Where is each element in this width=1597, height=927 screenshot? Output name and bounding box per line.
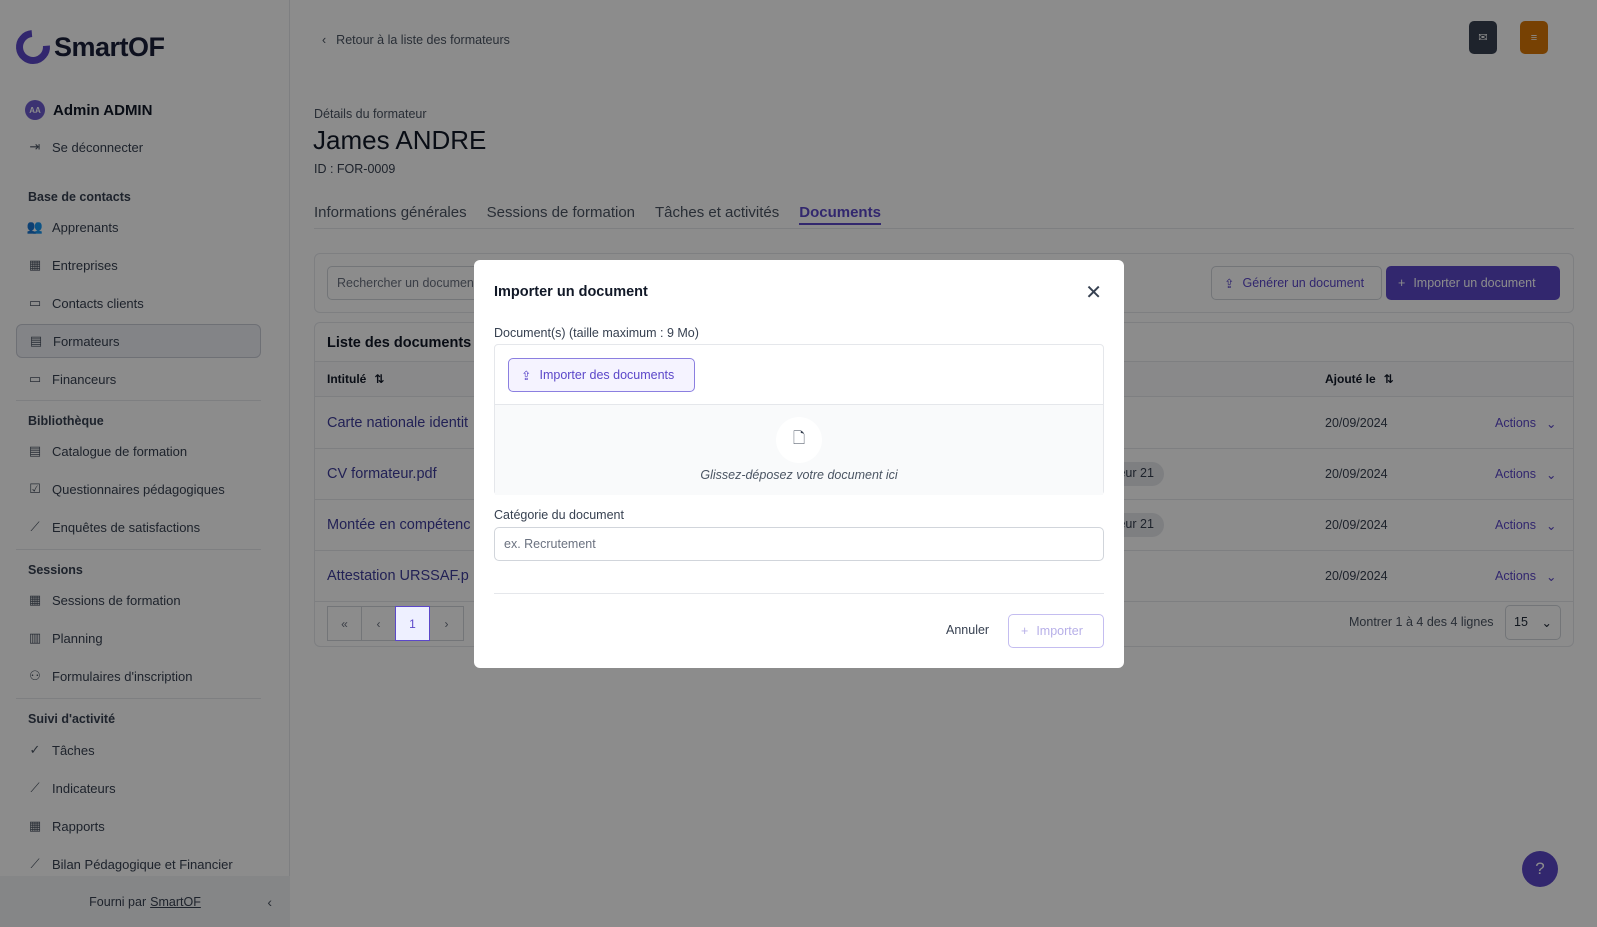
close-icon[interactable]: ✕ [1085, 280, 1102, 305]
divider [494, 593, 1104, 594]
upload-icon: ⇪ [521, 368, 532, 383]
upload-label: Importer des documents [539, 368, 675, 382]
dropzone[interactable]: ⇪ Importer des documents 🗋 Glissez-dépos… [494, 344, 1104, 495]
modal-title: Importer un document [494, 284, 648, 300]
submit-label: Importer [1036, 624, 1083, 638]
category-label: Catégorie du document [494, 508, 624, 522]
category-input[interactable]: ex. Recrutement [494, 527, 1104, 561]
drop-text: Glissez-déposez votre document ici [700, 468, 898, 482]
upload-documents-button[interactable]: ⇪ Importer des documents [508, 358, 695, 392]
dropzone-toolbar: ⇪ Importer des documents [495, 345, 1103, 405]
drop-area[interactable]: 🗋 Glissez-déposez votre document ici [495, 405, 1103, 495]
submit-import-button[interactable]: + Importer [1008, 614, 1104, 648]
file-icon: 🗋 [776, 417, 822, 463]
import-document-modal: Importer un document ✕ Document(s) (tail… [474, 260, 1124, 668]
cancel-button[interactable]: Annuler [946, 623, 989, 637]
plus-icon: + [1021, 624, 1029, 638]
page-button[interactable]: 1 [395, 606, 430, 641]
documents-label: Document(s) (taille maximum : 9 Mo) [494, 326, 699, 340]
